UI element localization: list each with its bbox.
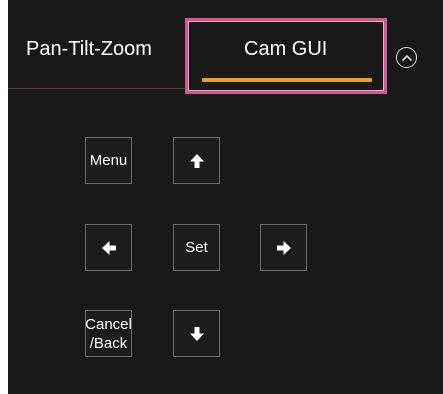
menu-button[interactable]: Menu bbox=[85, 137, 132, 184]
menu-button-label: Menu bbox=[89, 152, 128, 169]
tab-bar: Pan-Tilt-Zoom Cam GUI bbox=[8, 0, 443, 94]
set-button[interactable]: Set bbox=[173, 224, 220, 271]
set-button-label: Set bbox=[185, 239, 208, 256]
arrow-down-icon bbox=[189, 326, 204, 341]
cancel-back-label: Cancel /Back bbox=[85, 315, 132, 353]
left-button[interactable] bbox=[85, 224, 132, 271]
up-button[interactable] bbox=[173, 137, 220, 184]
collapse-button[interactable] bbox=[396, 47, 417, 68]
active-tab-indicator bbox=[202, 78, 372, 82]
tab-divider-line bbox=[8, 88, 188, 89]
arrow-right-icon bbox=[276, 240, 291, 255]
right-button[interactable] bbox=[260, 224, 307, 271]
chevron-up-circle-icon bbox=[401, 54, 412, 61]
cancel-back-label-line2: /Back bbox=[89, 334, 128, 352]
cam-gui-panel: Pan-Tilt-Zoom Cam GUI Menu Set Cancel /B… bbox=[8, 0, 443, 394]
tab-cam-gui[interactable]: Cam GUI bbox=[244, 38, 327, 61]
tab-pan-tilt-zoom[interactable]: Pan-Tilt-Zoom bbox=[26, 38, 152, 61]
cancel-back-button[interactable]: Cancel /Back bbox=[85, 310, 132, 357]
arrow-left-icon bbox=[101, 240, 116, 255]
down-button[interactable] bbox=[173, 310, 220, 357]
arrow-up-icon bbox=[189, 153, 204, 168]
cancel-back-label-line1: Cancel bbox=[85, 315, 132, 333]
